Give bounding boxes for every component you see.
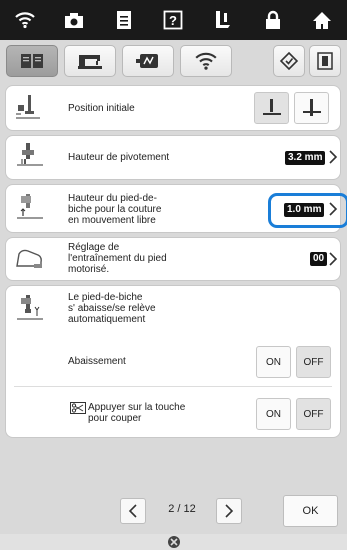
wifi-icon[interactable] (8, 5, 42, 35)
chevron-right-icon (329, 252, 338, 266)
couper-on-button[interactable]: ON (256, 398, 291, 430)
couper-label: Appuyer sur la touche pour couper (88, 402, 186, 424)
setting-label: Hauteur de pivotement (68, 152, 170, 163)
diamond-settings-icon (279, 51, 299, 71)
setting-hauteur-pivotement[interactable]: Hauteur de pivotement 3.2 mm (6, 136, 340, 179)
ok-button[interactable]: OK (283, 495, 338, 527)
needle-position-up-button[interactable] (254, 92, 289, 124)
setting-hauteur-pied-de-biche[interactable]: Hauteur du pied-de- biche pour la coutur… (6, 185, 340, 232)
presser-foot-height-icon (17, 194, 43, 219)
help-icon[interactable]: ? (156, 5, 190, 35)
tab-sewing[interactable] (64, 45, 116, 77)
setting-value: 3.2 mm (285, 151, 326, 165)
pivot-height-icon (17, 143, 43, 166)
embroidery-frame-icon (136, 54, 158, 68)
tab-wireless[interactable] (180, 45, 232, 77)
setting-label: Le pied-de-biche s' abaisse/se relève au… (68, 292, 156, 325)
setting-value: 1.0 mm (284, 203, 325, 217)
chevron-right-icon (225, 504, 234, 518)
scissors-icon (70, 402, 86, 414)
presser-foot-icon[interactable] (206, 5, 240, 35)
setting-value: 00 (310, 252, 328, 266)
separator (14, 386, 332, 387)
needle-icon[interactable] (167, 535, 181, 549)
needle-position-icon (16, 95, 40, 119)
needle-position-down-button[interactable] (294, 92, 329, 124)
camera-icon[interactable] (57, 5, 91, 35)
setting-label: Position initiale (68, 103, 135, 114)
chevron-right-icon (329, 150, 338, 164)
page-separator: / (177, 503, 181, 515)
chevron-right-icon (329, 202, 338, 216)
setting-reglage-entrainement[interactable]: Réglage de l'entraînement du pied motori… (6, 238, 340, 280)
setting-position-initiale: Position initiale (6, 86, 340, 130)
needle-down-icon (302, 99, 321, 116)
prev-page-button[interactable] (120, 498, 146, 524)
document-icon[interactable] (107, 5, 141, 35)
abaissement-off-button[interactable]: OFF (296, 346, 331, 378)
chevron-left-icon (128, 504, 137, 518)
couper-off-button[interactable]: OFF (296, 398, 331, 430)
motorized-foot-icon (16, 249, 42, 268)
lock-icon[interactable] (256, 5, 290, 35)
needle-up-icon (262, 99, 281, 115)
auto-presser-foot-icon (17, 295, 43, 320)
tab-diamond-settings[interactable] (273, 45, 305, 77)
page-indicator: 2 / 12 (152, 503, 212, 515)
tab-frame[interactable] (309, 45, 341, 77)
page-total: 12 (183, 503, 196, 515)
top-bar: ? (0, 0, 347, 40)
book-icon (21, 54, 43, 68)
setting-pied-de-biche-auto: Le pied-de-biche s' abaisse/se relève au… (6, 286, 340, 437)
abaissement-on-button[interactable]: ON (256, 346, 291, 378)
frame-icon (317, 52, 333, 70)
page-current: 2 (168, 503, 175, 515)
next-page-button[interactable] (216, 498, 242, 524)
svg-text:?: ? (169, 13, 177, 28)
wifi-icon (195, 52, 217, 70)
settings-tab-row (6, 42, 341, 80)
abaissement-label: Abaissement (68, 356, 126, 367)
sewing-machine-icon (78, 55, 102, 69)
tab-embroidery[interactable] (122, 45, 174, 77)
setting-label: Réglage de l'entraînement du pied motori… (68, 242, 167, 275)
bottom-bar (0, 534, 347, 550)
setting-label: Hauteur du pied-de- biche pour la coutur… (68, 193, 162, 226)
tab-book[interactable] (6, 45, 58, 77)
home-icon[interactable] (305, 5, 339, 35)
